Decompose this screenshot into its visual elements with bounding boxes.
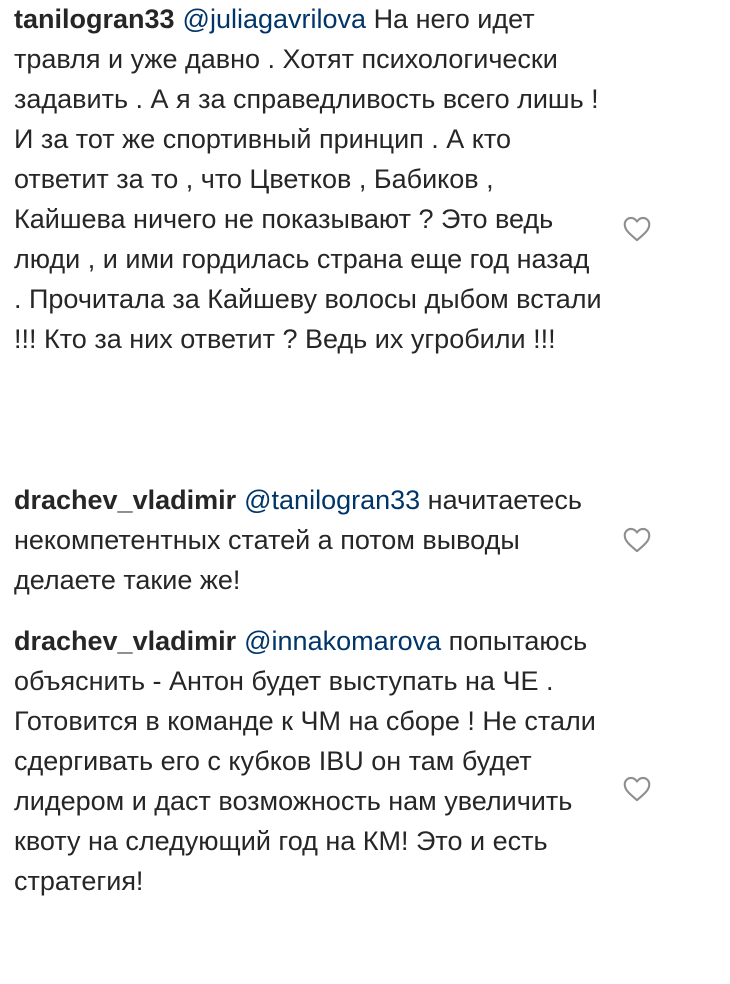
like-button[interactable] [623, 216, 653, 244]
like-button[interactable] [623, 527, 653, 555]
like-button[interactable] [623, 776, 653, 804]
heart-outline-icon [623, 216, 653, 242]
comment-item: drachev_vladimir @innakomarova попытаюсь … [14, 621, 604, 901]
comment-text: попытаюсь объяснить - Антон будет выступ… [14, 626, 596, 896]
comment-text: На него идет травля и уже давно . Хотят … [14, 4, 602, 354]
comment-mention[interactable]: @juliagavrilova [183, 4, 367, 34]
comment-body: drachev_vladimir @tanilogran33 начитаетес… [14, 480, 604, 600]
comment-mention[interactable]: @innakomarova [244, 626, 441, 656]
comment-username[interactable]: drachev_vladimir [14, 485, 236, 515]
heart-outline-icon [623, 527, 653, 553]
comment-body: tanilogran33 @juliagavrilova На него идет… [14, 0, 604, 359]
comment-username[interactable]: drachev_vladimir [14, 626, 236, 656]
comment-mention[interactable]: @tanilogran33 [244, 485, 420, 515]
comment-body: drachev_vladimir @innakomarova попытаюсь … [14, 621, 604, 901]
comment-item: drachev_vladimir @tanilogran33 начитаетес… [14, 480, 604, 600]
heart-outline-icon [623, 776, 653, 802]
comment-item: tanilogran33 @juliagavrilova На него идет… [14, 0, 604, 359]
comment-username[interactable]: tanilogran33 [14, 4, 175, 34]
